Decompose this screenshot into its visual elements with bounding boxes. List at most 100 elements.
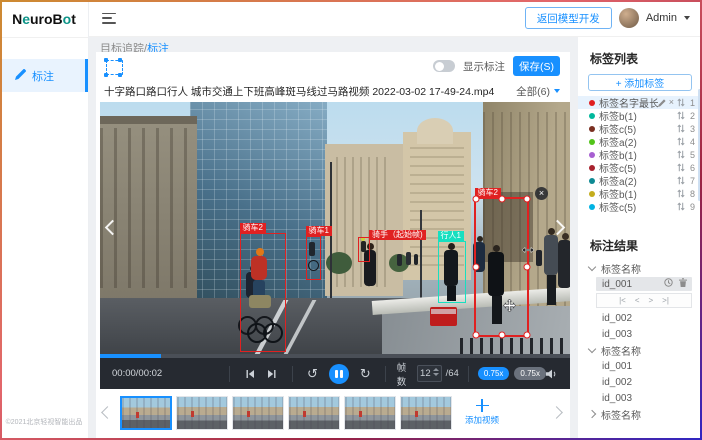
resize-handle[interactable] <box>524 196 531 203</box>
video-filter-dropdown[interactable]: 全部(6) <box>516 84 560 99</box>
label-order-number: 7 <box>688 176 695 186</box>
annotation-layer: 骑车2 骑车1 骑手（起始帧) 行人1 骑车2× <box>100 102 570 354</box>
resize-handle[interactable] <box>524 264 531 271</box>
resize-handle[interactable] <box>498 332 505 339</box>
last-frame-button[interactable]: >| <box>662 296 669 305</box>
step-down-icon[interactable] <box>433 373 439 376</box>
filmstrip-thumbnail[interactable] <box>176 396 228 430</box>
trash-icon[interactable] <box>679 278 687 290</box>
result-group-header[interactable]: 标签名称 <box>578 260 702 276</box>
sort-label-icon[interactable] <box>677 111 685 120</box>
annotation-box[interactable]: 骑车2× <box>474 197 529 337</box>
frame-number-input[interactable]: 12 <box>417 365 442 382</box>
filmstrip-thumbnail[interactable] <box>288 396 340 430</box>
filmstrip-thumbnail[interactable] <box>400 396 452 430</box>
add-label-button[interactable]: + 添加标签 <box>588 74 692 91</box>
video-progress-bar[interactable] <box>100 354 570 358</box>
pause-button[interactable] <box>329 364 349 384</box>
avatar[interactable] <box>619 8 639 28</box>
filmstrip-thumbnail[interactable] <box>232 396 284 430</box>
resize-handle[interactable] <box>524 332 531 339</box>
menu-collapse-icon[interactable] <box>102 13 116 24</box>
label-list-item[interactable]: 标签c(5)9 <box>578 200 702 213</box>
replay-10-icon[interactable] <box>307 367 318 380</box>
show-annotation-toggle[interactable] <box>433 60 455 72</box>
filter-label: 全部(6) <box>516 84 550 99</box>
edit-label-icon[interactable] <box>658 99 666 107</box>
annotation-box[interactable]: 骑手（起始帧) <box>358 237 370 262</box>
result-item[interactable]: id_002 <box>596 374 692 390</box>
show-annotation-label: 显示标注 <box>463 59 505 74</box>
logo-accent-letter: o <box>63 11 72 27</box>
label-row-icons: ×1 <box>658 98 695 108</box>
result-group-header[interactable]: 标签名称 <box>578 342 702 358</box>
annotation-label: 骑车1 <box>306 226 332 236</box>
label-order-number: 8 <box>688 189 695 199</box>
step-up-icon[interactable] <box>433 368 439 371</box>
results-tree: 标签名称id_001|<<>>|id_002id_003标签名称id_001id… <box>578 260 702 422</box>
speed-pill[interactable]: 0.75x <box>514 367 546 380</box>
sort-label-icon[interactable] <box>677 163 685 172</box>
history-icon[interactable] <box>664 278 673 290</box>
divider <box>385 366 386 382</box>
sort-label-icon[interactable] <box>677 189 685 198</box>
delete-label-icon[interactable]: × <box>669 98 674 107</box>
filmstrip-thumbnail[interactable] <box>344 396 396 430</box>
annotation-box[interactable]: 骑车2 <box>240 233 286 352</box>
result-item[interactable]: id_002 <box>596 310 692 326</box>
filmstrip: 添加视频 <box>96 389 570 436</box>
label-row-icons: 7 <box>677 176 695 186</box>
forward-10-icon[interactable] <box>360 367 371 380</box>
speed-pill-active[interactable]: 0.75x <box>478 367 510 380</box>
scrollbar[interactable] <box>698 89 701 201</box>
filmstrip-prev-icon[interactable] <box>101 406 114 419</box>
label-row-icons: 4 <box>677 137 695 147</box>
username[interactable]: Admin <box>646 12 677 24</box>
annotation-box[interactable]: 骑车1 <box>306 236 321 280</box>
sort-label-icon[interactable] <box>677 124 685 133</box>
sort-label-icon[interactable] <box>677 150 685 159</box>
next-frame-button[interactable] <box>267 369 277 379</box>
frame-stepper[interactable] <box>433 368 439 376</box>
label-color-dot <box>589 191 595 197</box>
sidebar: NeuroBot 标注 ©2021北京轻视智能出品 <box>0 0 89 440</box>
filmstrip-next-icon[interactable] <box>550 406 563 419</box>
resize-handle[interactable] <box>498 196 505 203</box>
filmstrip-thumbnail[interactable] <box>120 396 172 430</box>
volume-icon[interactable] <box>546 369 558 379</box>
sort-label-icon[interactable] <box>677 202 685 211</box>
first-frame-button[interactable]: |< <box>619 296 626 305</box>
add-video-button[interactable]: 添加视频 <box>458 394 506 432</box>
resize-handle[interactable] <box>473 332 480 339</box>
next-frame-button[interactable]: > <box>649 296 654 305</box>
time-display: 00:00/00:02 <box>112 368 220 379</box>
sort-label-icon[interactable] <box>677 176 685 185</box>
back-to-model-dev-button[interactable]: 返回模型开发 <box>525 7 612 29</box>
resize-cursor-icon <box>522 241 534 259</box>
prev-frame-button[interactable]: < <box>635 296 640 305</box>
result-item[interactable]: id_003 <box>596 390 692 406</box>
sidebar-item-annotate[interactable]: 标注 <box>0 59 88 92</box>
resize-handle[interactable] <box>473 196 480 203</box>
result-item[interactable]: id_001 <box>596 358 692 374</box>
label-list: 标签名字最长数...×1标签b(1)2标签c(5)3标签a(2)4标签b(1)5… <box>578 96 702 213</box>
result-item[interactable]: id_001 <box>596 277 692 291</box>
sort-label-icon[interactable] <box>677 98 685 107</box>
video-player[interactable]: 骑车2 骑车1 骑手（起始帧) 行人1 骑车2× <box>100 102 570 354</box>
sort-label-icon[interactable] <box>677 137 685 146</box>
user-menu-caret-icon[interactable] <box>684 16 690 20</box>
resize-handle[interactable] <box>473 264 480 271</box>
result-item[interactable]: id_003 <box>596 326 692 342</box>
result-group-header[interactable]: 标签名称 <box>578 406 702 422</box>
annotation-label: 骑手（起始帧) <box>369 230 426 240</box>
rect-select-tool-icon[interactable] <box>106 60 123 75</box>
frame-number-value: 12 <box>420 368 431 379</box>
prev-frame-button[interactable] <box>245 369 255 379</box>
delete-annotation-button[interactable]: × <box>535 187 548 200</box>
label-color-dot <box>589 204 595 210</box>
result-item-icons <box>664 278 687 290</box>
save-button[interactable]: 保存(S) <box>513 56 560 76</box>
label-color-dot <box>589 100 595 106</box>
annotation-box[interactable]: 行人1 <box>438 241 466 303</box>
thumbnail-image <box>345 397 395 429</box>
